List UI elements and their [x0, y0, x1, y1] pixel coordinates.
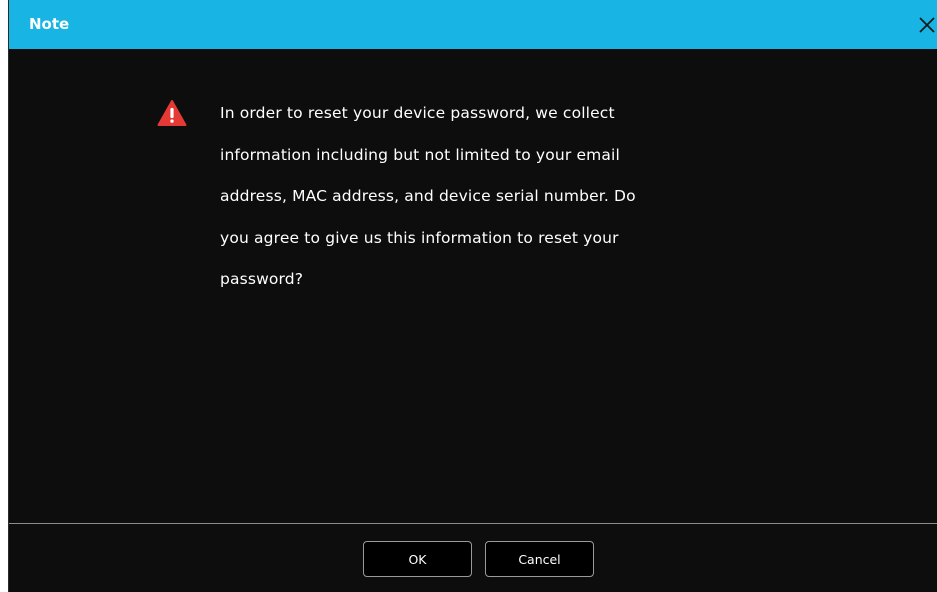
warning-triangle-icon — [157, 99, 187, 127]
dialog-titlebar: Note — [9, 0, 937, 49]
message-line: you agree to give us this information to… — [220, 228, 619, 247]
cancel-button[interactable]: Cancel — [485, 541, 594, 577]
message-line: address, MAC address, and device serial … — [220, 187, 636, 205]
message-line: password? — [220, 270, 304, 288]
dialog-footer: OK Cancel — [9, 524, 937, 592]
note-dialog: Note In order to reset your device passw… — [8, 0, 937, 592]
dialog-message: In order to reset your device password, … — [220, 93, 720, 301]
dialog-title: Note — [29, 15, 70, 33]
ok-button[interactable]: OK — [363, 541, 472, 577]
dialog-content: In order to reset your device password, … — [9, 49, 937, 524]
message-line: information including but not limited to… — [220, 145, 620, 164]
message-line: In order to reset your device password, … — [220, 104, 615, 122]
close-icon[interactable] — [916, 14, 937, 36]
